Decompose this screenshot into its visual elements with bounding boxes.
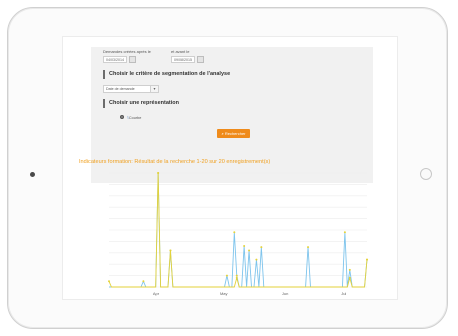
results-title: Indicateurs formation: Résultat de la re… — [79, 159, 271, 165]
data-point — [307, 246, 310, 249]
home-button[interactable] — [420, 168, 432, 180]
data-point — [255, 258, 258, 261]
data-point — [343, 231, 346, 234]
data-point — [233, 231, 236, 234]
to-date-input[interactable]: 09/08/2015 — [171, 56, 195, 63]
data-point — [169, 249, 172, 252]
from-date-label: Demandes créées après le — [103, 49, 151, 54]
chart-x-ticks: Apr May Jun Jul — [153, 291, 347, 296]
data-point — [366, 258, 368, 261]
results-chart: Apr May Jun Jul — [108, 172, 368, 296]
section-marker — [103, 99, 105, 108]
search-button-label: Rechercher — [224, 131, 246, 136]
x-tick-label: Jul — [341, 291, 346, 296]
representation-option-text: Courbe — [128, 116, 142, 120]
calendar-icon[interactable] — [197, 56, 204, 63]
to-date-label: et avant le — [171, 49, 190, 54]
data-point — [235, 276, 238, 279]
representation-radio[interactable] — [120, 115, 124, 119]
camera-icon — [30, 172, 35, 177]
data-point — [260, 246, 263, 249]
data-point — [157, 172, 160, 174]
x-tick-label: Jun — [282, 291, 288, 296]
data-point — [142, 280, 145, 283]
data-point — [108, 280, 110, 283]
screen: Demandes créées après le 04/03/2014 et a… — [62, 36, 398, 300]
data-point — [248, 249, 251, 252]
chart-grid — [109, 172, 367, 288]
x-tick-label: May — [220, 291, 228, 296]
segmentation-select-value: Date de demande — [106, 87, 135, 91]
chevron-down-icon: ▾ — [150, 86, 158, 92]
segmentation-select[interactable]: Date de demande ▾ — [103, 85, 159, 93]
data-point — [348, 268, 351, 271]
search-button[interactable]: ⌕ Rechercher — [217, 129, 250, 138]
segmentation-title: Choisir le critère de segmentation de l'… — [109, 71, 231, 77]
from-date-input[interactable]: 04/03/2014 — [103, 56, 127, 63]
section-marker — [103, 70, 105, 79]
representation-title: Choisir une représentation — [109, 100, 179, 106]
calendar-icon[interactable] — [129, 56, 136, 63]
data-point — [225, 274, 228, 277]
data-point — [348, 276, 351, 279]
x-tick-label: Apr — [153, 291, 160, 296]
data-point — [243, 244, 246, 247]
chart-lines — [108, 172, 368, 288]
representation-option-label: ⌇Courbe — [127, 115, 141, 120]
